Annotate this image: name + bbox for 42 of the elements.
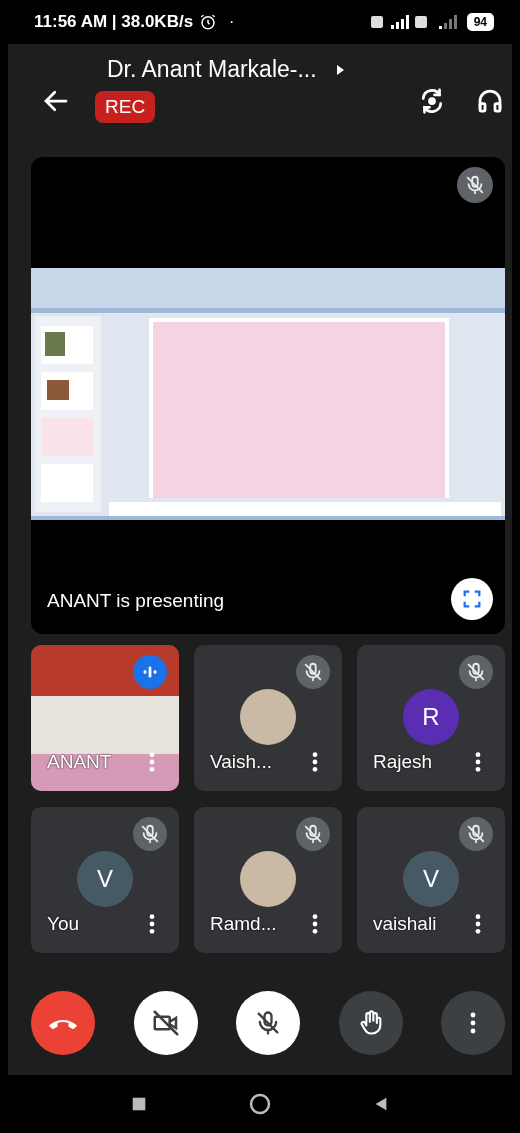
participant-tile[interactable]: R Rajesh (357, 645, 505, 791)
battery-level: 94 (466, 13, 494, 31)
home-icon[interactable] (248, 1092, 272, 1116)
participant-name: Vaish... (210, 751, 272, 773)
avatar-photo-placeholder (240, 689, 296, 745)
alarm-clock-icon (199, 13, 218, 31)
camera-off-icon (150, 1008, 181, 1038)
recording-badge: REC (95, 91, 156, 123)
participant-tile[interactable]: V You (31, 807, 179, 953)
participant-name: vaishali (373, 913, 437, 935)
participant-tile[interactable]: Ramd... (194, 807, 342, 953)
mic-off-icon (465, 823, 487, 845)
more-options-icon[interactable] (149, 913, 155, 935)
status-time: 11:56 AM | 38.0KB/s (34, 12, 194, 32)
avatar-initial: V (403, 851, 459, 907)
mic-off-icon (254, 1009, 282, 1037)
mic-off-icon (464, 174, 486, 196)
participant-name: ANANT (47, 751, 112, 773)
participant-tile[interactable]: V vaishali (357, 807, 505, 953)
mic-off-icon (139, 823, 161, 845)
more-options-icon[interactable] (475, 751, 481, 773)
caret-icon[interactable] (334, 63, 345, 76)
mic-off-icon (302, 661, 324, 683)
fullscreen-button[interactable] (451, 578, 493, 620)
presenter-caption: ANANT is presenting (47, 590, 225, 613)
meeting-title[interactable]: Dr. Anant Markale-... (107, 56, 317, 83)
avatar-initial: R (403, 689, 459, 745)
fullscreen-icon (461, 588, 483, 610)
recent-apps-icon[interactable] (130, 1095, 148, 1113)
more-options-icon (469, 1011, 477, 1035)
participant-name: You (47, 913, 80, 935)
participant-name: Ramd... (210, 913, 277, 935)
more-options-icon[interactable] (475, 913, 481, 935)
status-dot: · (229, 13, 235, 31)
mic-off-icon (302, 823, 324, 845)
more-options-icon[interactable] (312, 751, 318, 773)
more-options-icon[interactable] (312, 913, 318, 935)
avatar-initial: V (77, 851, 133, 907)
mic-off-icon (465, 661, 487, 683)
avatar-photo-placeholder (240, 851, 296, 907)
participant-tile[interactable]: Vaish... (194, 645, 342, 791)
participant-name: Rajesh (373, 751, 433, 773)
